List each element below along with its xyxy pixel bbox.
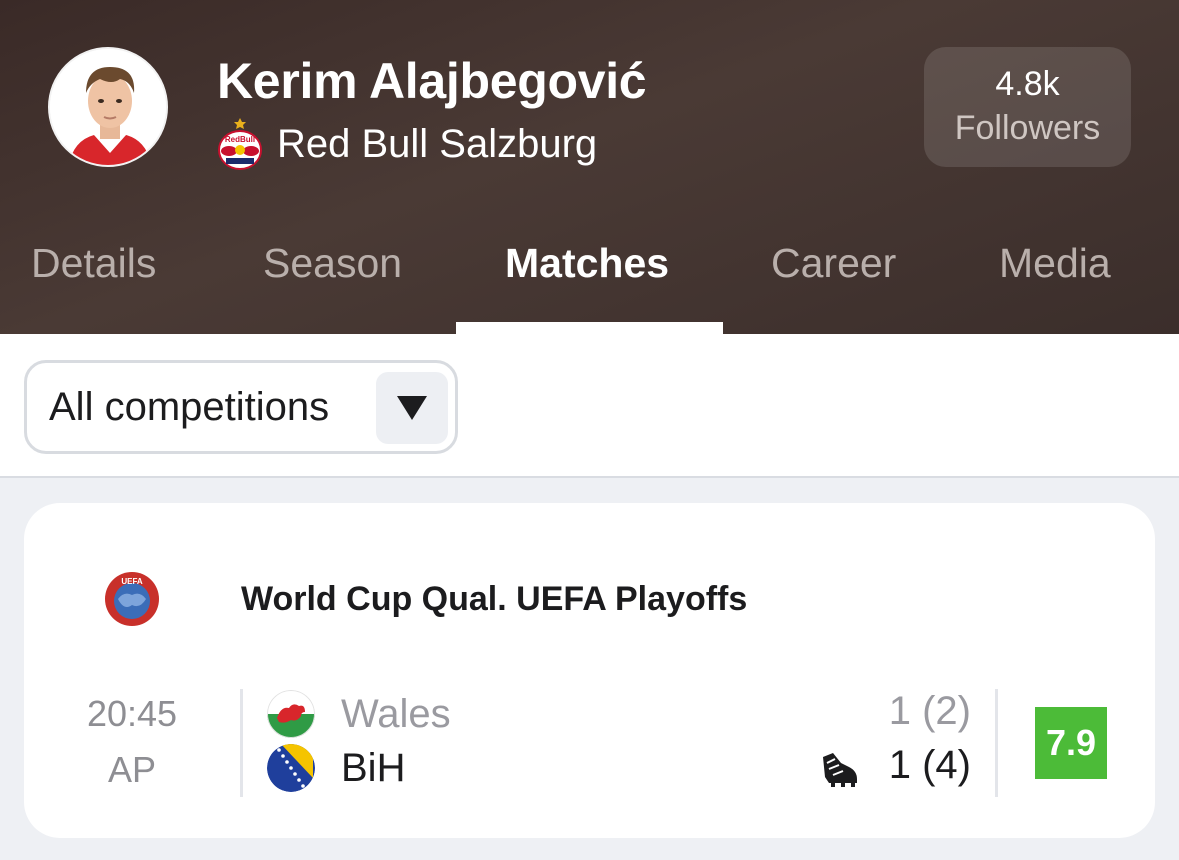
- player-photo: [50, 49, 166, 165]
- match-status: AP: [107, 749, 157, 790]
- followers-button[interactable]: 4.8k Followers: [924, 47, 1131, 167]
- tab-bar: Details Season Matches Career Media: [0, 222, 1179, 334]
- tab-career[interactable]: Career: [771, 240, 896, 287]
- competition-select-value: All competitions: [49, 385, 330, 429]
- red-bull-salzburg-crest-icon: RedBull: [218, 118, 262, 170]
- home-score: 1 (2): [888, 689, 971, 733]
- home-team-name: Wales: [341, 691, 451, 736]
- active-tab-indicator: [456, 322, 723, 334]
- followers-label: Followers: [954, 109, 1101, 147]
- club-link[interactable]: RedBull Red Bull Salzburg: [217, 118, 597, 170]
- triangle-down-icon: [397, 396, 427, 420]
- football-boot-icon: [823, 753, 857, 787]
- away-team-row: BiH: [267, 743, 405, 793]
- bosnia-flag-icon: [267, 744, 315, 792]
- divider: [995, 689, 998, 797]
- followers-count: 4.8k: [995, 65, 1060, 103]
- tab-details[interactable]: Details: [31, 240, 156, 287]
- svg-text:UEFA: UEFA: [121, 577, 143, 586]
- tab-season[interactable]: Season: [263, 240, 402, 287]
- wales-flag-icon: [267, 690, 315, 738]
- tab-matches[interactable]: Matches: [505, 240, 669, 287]
- competition-name: World Cup Qual. UEFA Playoffs: [241, 580, 748, 618]
- competition-select[interactable]: All competitions: [24, 360, 458, 454]
- away-score: 1 (4): [888, 743, 971, 787]
- svg-text:RedBull: RedBull: [225, 135, 255, 144]
- away-team-name: BiH: [341, 745, 406, 790]
- home-team-row: Wales: [267, 689, 451, 739]
- player-avatar: [48, 47, 168, 167]
- match-time: 20:45: [86, 693, 178, 734]
- player-rating-badge: 7.9: [1035, 707, 1107, 779]
- filter-bar: All competitions: [0, 334, 1179, 478]
- dropdown-button[interactable]: [376, 372, 448, 444]
- player-header: Kerim Alajbegović RedBull Red Bull Salzb…: [0, 0, 1179, 334]
- match-card[interactable]: UEFA World Cup Qual. UEFA Playoffs 20:45…: [24, 503, 1155, 838]
- tab-media[interactable]: Media: [999, 240, 1111, 287]
- uefa-logo-icon: UEFA: [105, 572, 159, 626]
- club-name: Red Bull Salzburg: [277, 121, 598, 166]
- player-name: Kerim Alajbegović: [217, 53, 647, 109]
- match-time-block: 20:45 AP: [64, 690, 200, 802]
- divider: [240, 689, 243, 797]
